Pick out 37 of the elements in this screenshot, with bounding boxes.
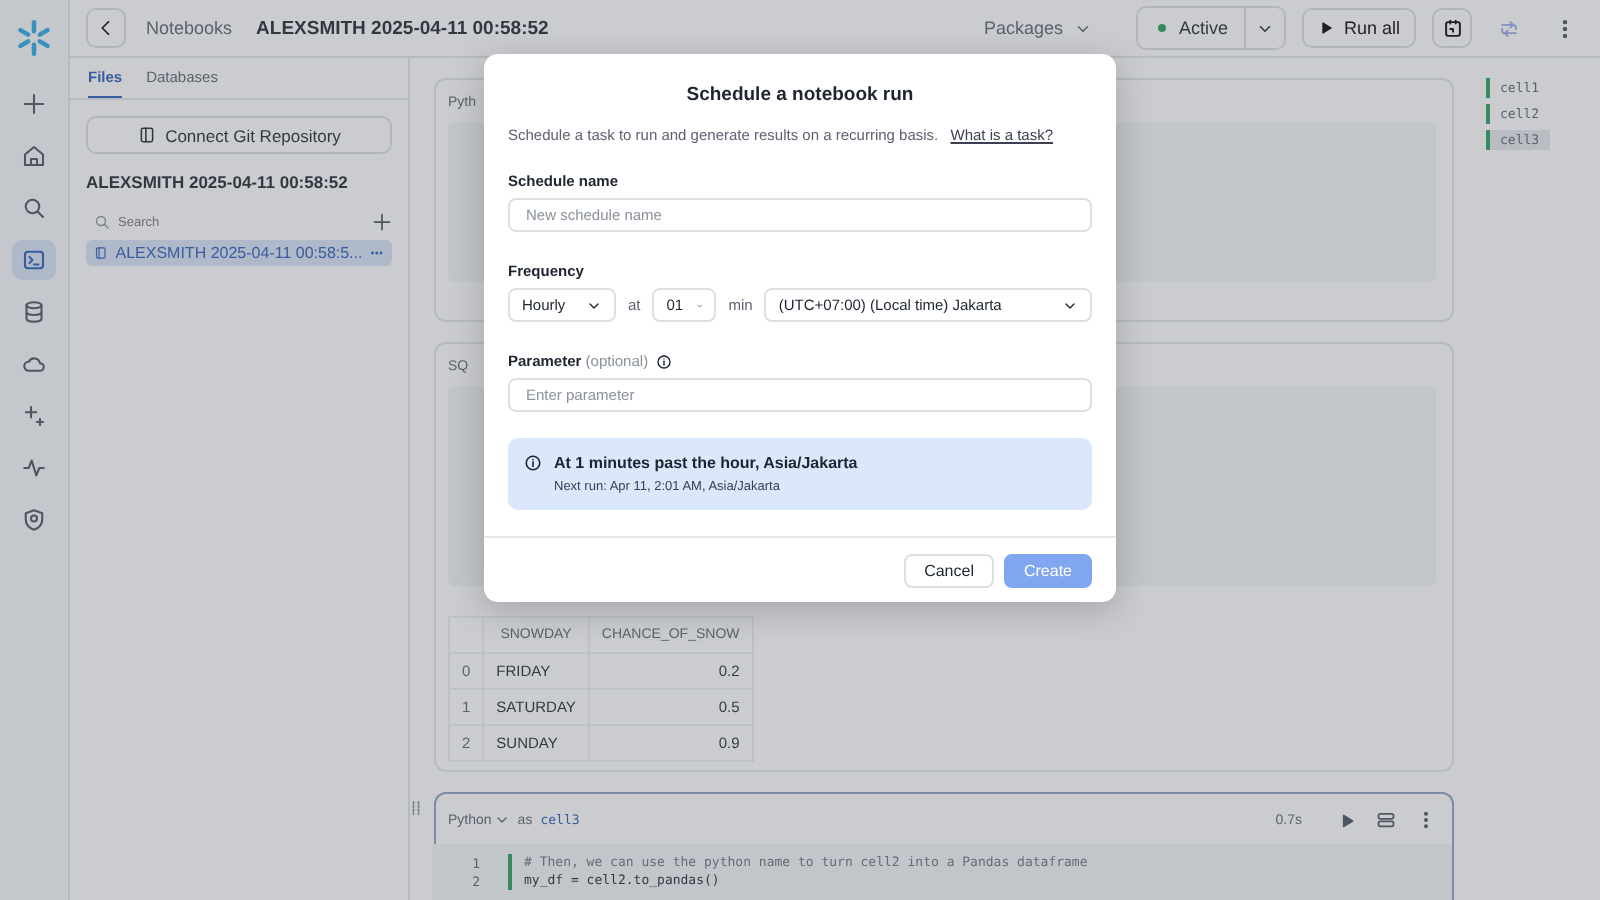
- calendar-icon: [1441, 17, 1463, 39]
- terminal-icon: [22, 248, 46, 272]
- search-icon: [94, 214, 110, 230]
- refresh-icon: [1497, 17, 1519, 39]
- play-icon: [1317, 20, 1334, 36]
- status-dropdown[interactable]: Active: [1136, 6, 1286, 50]
- file-item[interactable]: ALEXSMITH 2025-04-11 00:58:5...: [86, 240, 392, 266]
- home-icon: [22, 144, 46, 168]
- shield-icon: [22, 508, 46, 532]
- add-button[interactable]: [372, 212, 392, 232]
- stack-icon: [1376, 810, 1396, 830]
- summary-text: At 1 minutes past the hour, Asia/Jakarta: [554, 454, 858, 472]
- output-toggle-button[interactable]: [1376, 810, 1396, 830]
- play-icon: [1338, 811, 1356, 829]
- plus-icon: [372, 212, 392, 232]
- plus-icon: [22, 92, 46, 116]
- info-icon: [524, 454, 542, 472]
- notebook-heading: ALEXSMITH 2025-04-11 00:58:52: [86, 172, 350, 192]
- packages-dropdown[interactable]: Packages: [971, 16, 1105, 40]
- sparkle-icon: [22, 404, 46, 428]
- activity-icon: [22, 456, 46, 480]
- info-icon: [656, 353, 673, 369]
- run-button[interactable]: [1338, 811, 1356, 829]
- cloud-icon: [22, 352, 46, 376]
- cancel-button[interactable]: Cancel: [904, 554, 994, 588]
- nav-button[interactable]: [12, 240, 56, 280]
- chevron-down-icon: [493, 812, 510, 828]
- notebook-icon: [94, 244, 108, 262]
- schedule-button[interactable]: [1432, 8, 1472, 48]
- repository-icon: [137, 126, 156, 144]
- dialog-title: Schedule a notebook run: [684, 82, 916, 110]
- database-icon: [22, 300, 46, 324]
- run-all-button[interactable]: Run all: [1301, 8, 1416, 48]
- notebook-title: ALEXSMITH 2025-04-11 00:58:52: [256, 17, 549, 39]
- connect-git-button[interactable]: Connect Git Repository: [86, 116, 392, 154]
- search-icon: [22, 196, 46, 220]
- breadcrumb-link[interactable]: Notebooks: [146, 18, 233, 38]
